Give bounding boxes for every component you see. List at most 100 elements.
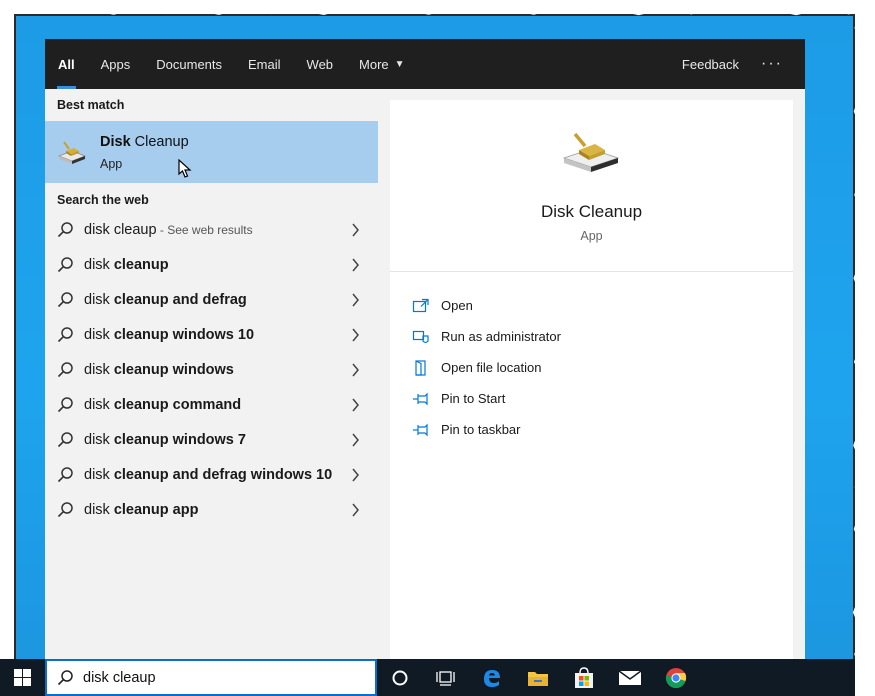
web-result-item[interactable]: disk cleanup app (45, 492, 378, 527)
task-view-button[interactable] (423, 659, 469, 696)
search-icon (57, 397, 73, 413)
action-list: Open Run as administrator Open file loca… (390, 272, 793, 445)
chevron-right-icon[interactable] (351, 223, 360, 237)
best-match-title: Disk Cleanup (100, 134, 189, 150)
chevron-right-icon[interactable] (351, 468, 360, 482)
web-result-prefix: disk (84, 291, 114, 308)
chevron-right-icon[interactable] (351, 293, 360, 307)
action-open-file-location-label: Open file location (441, 360, 542, 375)
cortana-icon (392, 670, 408, 685)
cortana-button[interactable] (377, 659, 423, 696)
tab-more-label: More (359, 56, 389, 72)
preview-subtitle: App (580, 229, 603, 243)
web-result-prefix: disk (84, 396, 114, 413)
open-icon (412, 298, 429, 312)
web-result-bold: cleanup app (113, 501, 199, 518)
best-match-title-bold: Disk (100, 133, 131, 150)
search-the-web-heading: Search the web (57, 193, 149, 207)
web-result-prefix: disk cleaup (84, 221, 157, 238)
web-result-text: disk cleanup windows 7 (84, 432, 351, 448)
web-result-prefix: disk (84, 466, 114, 483)
chevron-right-icon[interactable] (351, 328, 360, 342)
web-result-item[interactable]: disk cleanup and defrag (45, 282, 378, 317)
action-pin-to-start-label: Pin to Start (441, 391, 506, 406)
disk-cleanup-icon (57, 141, 87, 164)
web-result-prefix: disk (84, 501, 114, 518)
web-result-text: disk cleaup - See web results (84, 222, 351, 238)
action-pin-to-taskbar[interactable]: Pin to taskbar (390, 414, 793, 445)
web-result-text: disk cleanup app (84, 502, 351, 518)
web-result-text: disk cleanup and defrag (84, 292, 351, 308)
best-match-title-rest: Cleanup (130, 133, 189, 150)
pin-icon (413, 423, 428, 436)
web-result-bold: cleanup windows 7 (113, 431, 246, 448)
search-icon (57, 292, 73, 308)
tab-all[interactable]: All (45, 39, 88, 89)
search-panel: All Apps Documents Email Web More ▼ Feedb… (45, 39, 805, 660)
web-result-item[interactable]: disk cleanup command (45, 387, 378, 422)
action-open-file-location[interactable]: Open file location (390, 352, 793, 383)
tab-apps[interactable]: Apps (88, 39, 144, 89)
search-icon (57, 257, 73, 273)
web-result-item[interactable]: disk cleanup windows 7 (45, 422, 378, 457)
web-result-prefix: disk (84, 326, 114, 343)
web-result-prefix: disk (84, 431, 114, 448)
tab-documents[interactable]: Documents (143, 39, 235, 89)
preview-pane: Disk Cleanup App Open Run as administrat… (390, 100, 793, 660)
web-result-text: disk cleanup and defrag windows 10 (84, 467, 351, 483)
tab-all-label: All (58, 56, 75, 72)
taskbar-search-box[interactable] (45, 659, 377, 696)
file-explorer-icon (528, 671, 548, 686)
action-run-as-admin[interactable]: Run as administrator (390, 321, 793, 352)
tab-email-label: Email (248, 56, 281, 72)
web-result-bold: cleanup command (113, 396, 242, 413)
web-result-bold: cleanup windows (113, 361, 234, 378)
start-button[interactable] (0, 659, 45, 696)
results-list: Best match Disk Cleanup App Search the w… (45, 89, 378, 660)
web-result-prefix: disk (84, 256, 114, 273)
best-match-subtitle: App (100, 156, 123, 171)
web-result-item[interactable]: disk cleanup windows 10 (45, 317, 378, 352)
chrome-button[interactable] (653, 659, 699, 696)
mail-button[interactable] (607, 659, 653, 696)
search-icon (57, 362, 73, 378)
web-result-item[interactable]: disk cleaup - See web results (45, 212, 378, 247)
more-options-button[interactable]: ··· (753, 55, 805, 73)
tab-web-label: Web (306, 56, 334, 72)
action-open[interactable]: Open (390, 290, 793, 321)
chrome-icon (665, 667, 687, 688)
chevron-right-icon[interactable] (351, 433, 360, 447)
chevron-right-icon[interactable] (351, 503, 360, 517)
search-icon (57, 502, 73, 518)
store-button[interactable] (561, 659, 607, 696)
chevron-right-icon[interactable] (351, 363, 360, 377)
action-open-label: Open (441, 298, 473, 313)
search-icon (57, 670, 73, 686)
web-result-item[interactable]: disk cleanup windows (45, 352, 378, 387)
file-explorer-button[interactable] (515, 659, 561, 696)
web-result-prefix: disk (84, 361, 114, 378)
web-result-item[interactable]: disk cleanup and defrag windows 10 (45, 457, 378, 492)
web-result-bold: cleanup windows 10 (113, 326, 255, 343)
mouse-cursor-icon (178, 159, 192, 178)
shield-icon (412, 330, 429, 343)
chevron-right-icon[interactable] (351, 258, 360, 272)
chevron-right-icon[interactable] (351, 398, 360, 412)
tab-documents-label: Documents (156, 56, 223, 72)
edge-button[interactable] (469, 659, 515, 696)
task-view-icon (436, 670, 455, 686)
feedback-button[interactable]: Feedback (668, 57, 753, 72)
web-result-bold: cleanup and defrag (113, 291, 247, 308)
tab-email[interactable]: Email (235, 39, 294, 89)
best-match-item[interactable]: Disk Cleanup App (45, 121, 378, 183)
web-result-item[interactable]: disk cleanup (45, 247, 378, 282)
action-pin-to-start[interactable]: Pin to Start (390, 383, 793, 414)
disk-cleanup-icon (562, 132, 620, 172)
app-preview: Disk Cleanup App (390, 100, 793, 272)
search-input[interactable] (83, 669, 353, 686)
tab-web[interactable]: Web (294, 39, 347, 89)
preview-title: Disk Cleanup (540, 202, 643, 221)
search-icon (57, 467, 73, 483)
tab-more[interactable]: More ▼ (346, 39, 418, 89)
web-result-text: disk cleanup windows 10 (84, 327, 351, 343)
